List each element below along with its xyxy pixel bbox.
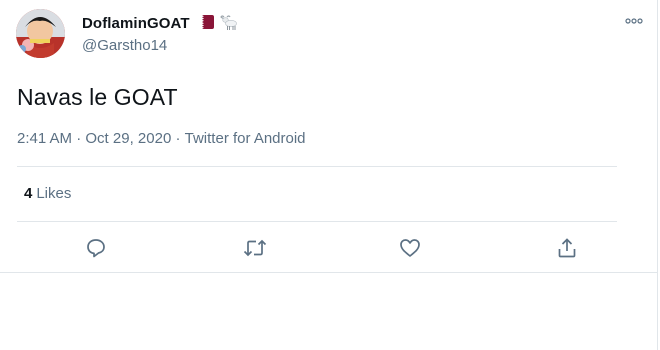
goat-icon [219, 15, 238, 31]
divider [17, 221, 617, 222]
qatar-flag-icon [195, 15, 214, 31]
likes-stat[interactable]: 4 Likes [24, 185, 71, 202]
likes-label: Likes [36, 185, 72, 202]
more-dots-icon [625, 18, 643, 24]
more-options-button[interactable] [622, 12, 646, 30]
retweet-button[interactable] [243, 236, 267, 260]
tweet-source[interactable]: Twitter for Android [185, 130, 306, 147]
tweet-date[interactable]: Oct 29, 2020 [85, 130, 171, 147]
page: DoflaminGOAT @Garstho14 Navas le GOAT 2:… [0, 0, 660, 350]
avatar-image [16, 9, 65, 58]
avatar[interactable] [16, 9, 65, 58]
divider [17, 166, 617, 167]
share-button[interactable] [555, 236, 579, 260]
tweet-card: DoflaminGOAT @Garstho14 Navas le GOAT 2:… [0, 0, 658, 273]
share-icon [558, 238, 576, 258]
likes-count: 4 [24, 185, 33, 202]
display-name[interactable]: DoflaminGOAT [82, 15, 190, 32]
reply-icon [87, 239, 105, 258]
meta-separator: · [72, 130, 86, 147]
name-row: DoflaminGOAT [82, 13, 238, 33]
like-button[interactable] [398, 236, 422, 260]
meta-separator: · [171, 130, 185, 147]
tweet-meta: 2:41 AM · Oct 29, 2020 · Twitter for And… [17, 130, 306, 147]
tweet-text: Navas le GOAT [17, 84, 178, 110]
like-icon [400, 239, 420, 257]
empty-area [0, 273, 658, 350]
reply-button[interactable] [84, 236, 108, 260]
tweet-time[interactable]: 2:41 AM [17, 130, 72, 147]
user-handle[interactable]: @Garstho14 [82, 37, 167, 54]
retweet-icon [243, 239, 267, 257]
